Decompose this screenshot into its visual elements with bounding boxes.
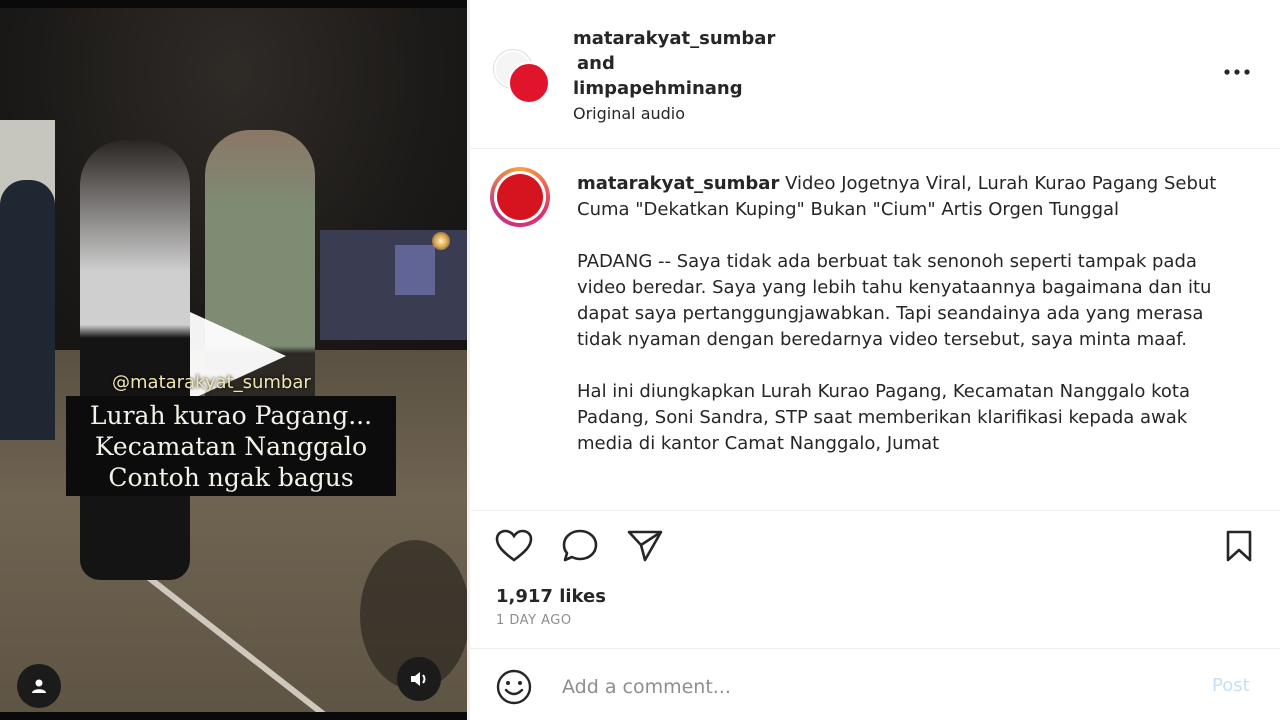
video-person-woman: [80, 140, 190, 580]
avatar: [508, 62, 550, 104]
likes-count[interactable]: 1,917 likes: [496, 586, 606, 607]
post-timestamp: 1 DAY AGO: [496, 613, 572, 628]
caption-paragraph: PADANG -- Saya tidak ada berbuat tak sen…: [577, 251, 1212, 350]
comment-icon: [562, 529, 598, 562]
video-watermark: @matarakyat_sumbar: [112, 372, 311, 393]
author-link[interactable]: matarakyat_sumbar: [573, 26, 775, 51]
bookmark-icon: [1226, 530, 1252, 562]
caption-paragraph: Hal ini diungkapkan Lurah Kurao Pagang, …: [577, 381, 1190, 454]
action-bar: [470, 510, 1280, 571]
and-label: and: [577, 53, 615, 74]
collab-avatars[interactable]: [494, 50, 554, 104]
more-options-icon: [1224, 69, 1250, 75]
tagged-users-button[interactable]: [17, 664, 61, 708]
video-top-edge: [0, 0, 468, 8]
comment-input[interactable]: [560, 671, 1164, 703]
audio-link[interactable]: Original audio: [573, 104, 685, 123]
video-bottom-edge: [0, 712, 468, 720]
mute-button[interactable]: [397, 657, 441, 701]
caption-section: matarakyat_sumbar Video Jogetnya Viral, …: [470, 149, 1280, 509]
post-panel: matarakyat_sumbar and limpapehminang Ori…: [470, 0, 1280, 720]
share-button[interactable]: [625, 526, 665, 566]
author-link[interactable]: limpapehminang: [573, 76, 775, 101]
video-caption-line: Kecamatan Nanggalo: [94, 432, 368, 461]
heart-icon: [495, 529, 533, 562]
save-button[interactable]: [1219, 526, 1259, 566]
comment-button[interactable]: [560, 526, 600, 566]
like-button[interactable]: [494, 526, 534, 566]
more-options-button[interactable]: [1222, 62, 1252, 82]
caption-text: matarakyat_sumbar Video Jogetnya Viral, …: [577, 171, 1237, 483]
post-comment-button[interactable]: Post: [1212, 675, 1250, 696]
post-header: matarakyat_sumbar and limpapehminang Ori…: [470, 0, 1280, 149]
user-icon: [32, 679, 46, 693]
video-window-light: [395, 245, 435, 295]
comment-bar: Post: [470, 648, 1280, 721]
send-icon: [627, 530, 663, 562]
video-person-bystander: [0, 180, 55, 440]
video-caption-line: Contoh ngak bagus: [108, 463, 354, 492]
collab-names: matarakyat_sumbar and limpapehminang: [573, 26, 775, 101]
video-player[interactable]: @matarakyat_sumbar Lurah kurao Pagang...…: [0, 0, 468, 720]
video-lamp: [432, 232, 450, 250]
caption-username[interactable]: matarakyat_sumbar: [577, 173, 779, 194]
speaker-icon: [411, 672, 426, 686]
video-caption-line: Lurah kurao Pagang...: [89, 401, 373, 430]
avatar[interactable]: [490, 167, 550, 227]
video-caption-overlay: Lurah kurao Pagang... Kecamatan Nanggalo…: [66, 396, 396, 496]
emoji-icon: [496, 669, 532, 705]
emoji-button[interactable]: [494, 667, 534, 707]
